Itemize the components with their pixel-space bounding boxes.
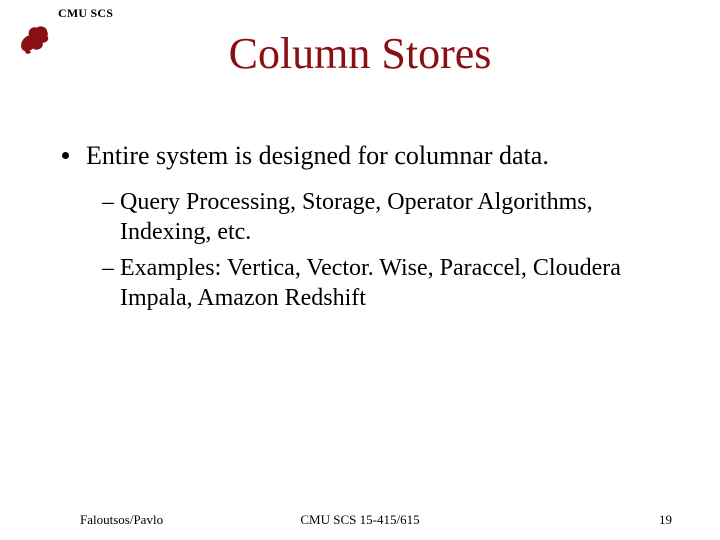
org-label: CMU SCS [58, 6, 113, 21]
bullet-main: Entire system is designed for columnar d… [62, 140, 670, 173]
bullet-main-text: Entire system is designed for columnar d… [86, 141, 549, 170]
dash-icon: – [102, 187, 114, 217]
footer-page-number: 19 [659, 512, 672, 528]
dash-icon: – [102, 253, 114, 283]
sub-bullet-2-text: Examples: Vertica, Vector. Wise, Paracce… [120, 255, 621, 311]
footer-course: CMU SCS 15-415/615 [0, 512, 720, 528]
bullet-dot-icon [62, 152, 69, 159]
sub-bullet-list: – Query Processing, Storage, Operator Al… [102, 187, 670, 313]
sub-bullet-1: – Query Processing, Storage, Operator Al… [102, 187, 670, 247]
sub-bullet-2: – Examples: Vertica, Vector. Wise, Parac… [102, 253, 670, 313]
slide-title: Column Stores [0, 28, 720, 79]
sub-bullet-1-text: Query Processing, Storage, Operator Algo… [120, 189, 593, 245]
slide-body: Entire system is designed for columnar d… [62, 140, 670, 319]
